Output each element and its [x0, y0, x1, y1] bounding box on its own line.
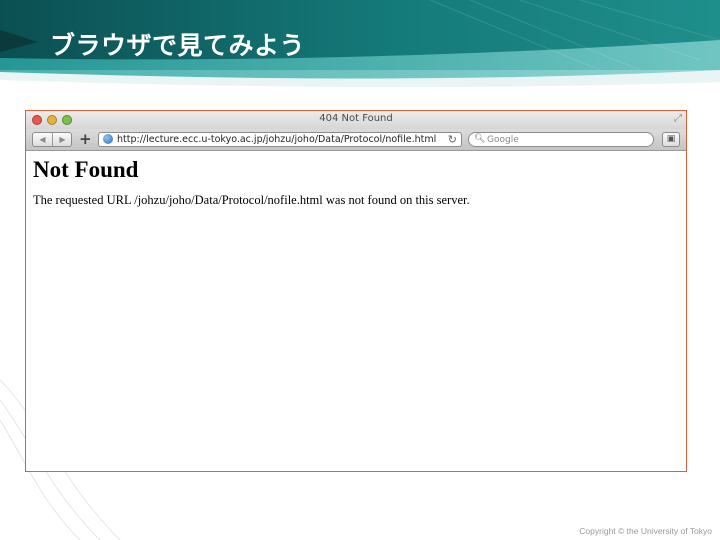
forward-arrow-icon: ▶ [59, 135, 66, 144]
nav-buttons: ◀ ▶ [32, 132, 72, 147]
url-text[interactable]: http://lecture.ecc.u-tokyo.ac.jp/johzu/j… [117, 134, 436, 145]
back-button[interactable]: ◀ [33, 133, 53, 146]
globe-icon [103, 134, 113, 144]
back-arrow-icon: ◀ [39, 135, 46, 144]
slide-title: ブラウザで見てみよう [50, 31, 306, 60]
page-icon: ▣ [666, 134, 676, 144]
page-content: Not Found The requested URL /johzu/joho/… [26, 151, 686, 471]
title-bar: 404 Not Found ⤢ [26, 111, 686, 129]
plus-icon: + [79, 130, 92, 148]
error-message: The requested URL /johzu/joho/Data/Proto… [33, 193, 470, 207]
copyright-text: Copyright © the University of Tokyo [579, 526, 712, 536]
browser-toolbar: ◀ ▶ + http://lecture.ecc.u-tokyo.ac.jp/j… [26, 129, 686, 151]
search-bar[interactable]: 🔍︎ [468, 132, 654, 147]
fullscreen-icon[interactable]: ⤢ [674, 113, 682, 124]
address-bar[interactable]: http://lecture.ecc.u-tokyo.ac.jp/johzu/j… [98, 132, 462, 147]
search-icon: 🔍︎ [474, 134, 486, 144]
page-heading: Not Found [33, 157, 139, 182]
add-bookmark-button[interactable]: + [79, 131, 92, 147]
search-input[interactable] [487, 133, 647, 146]
page-menu-button[interactable]: ▣ [662, 132, 680, 147]
browser-window: 404 Not Found ⤢ ◀ ▶ + http://lecture.ecc… [25, 110, 687, 472]
reload-icon[interactable]: ↻ [448, 133, 457, 146]
forward-button[interactable]: ▶ [53, 133, 72, 146]
window-title: 404 Not Found [319, 113, 393, 124]
